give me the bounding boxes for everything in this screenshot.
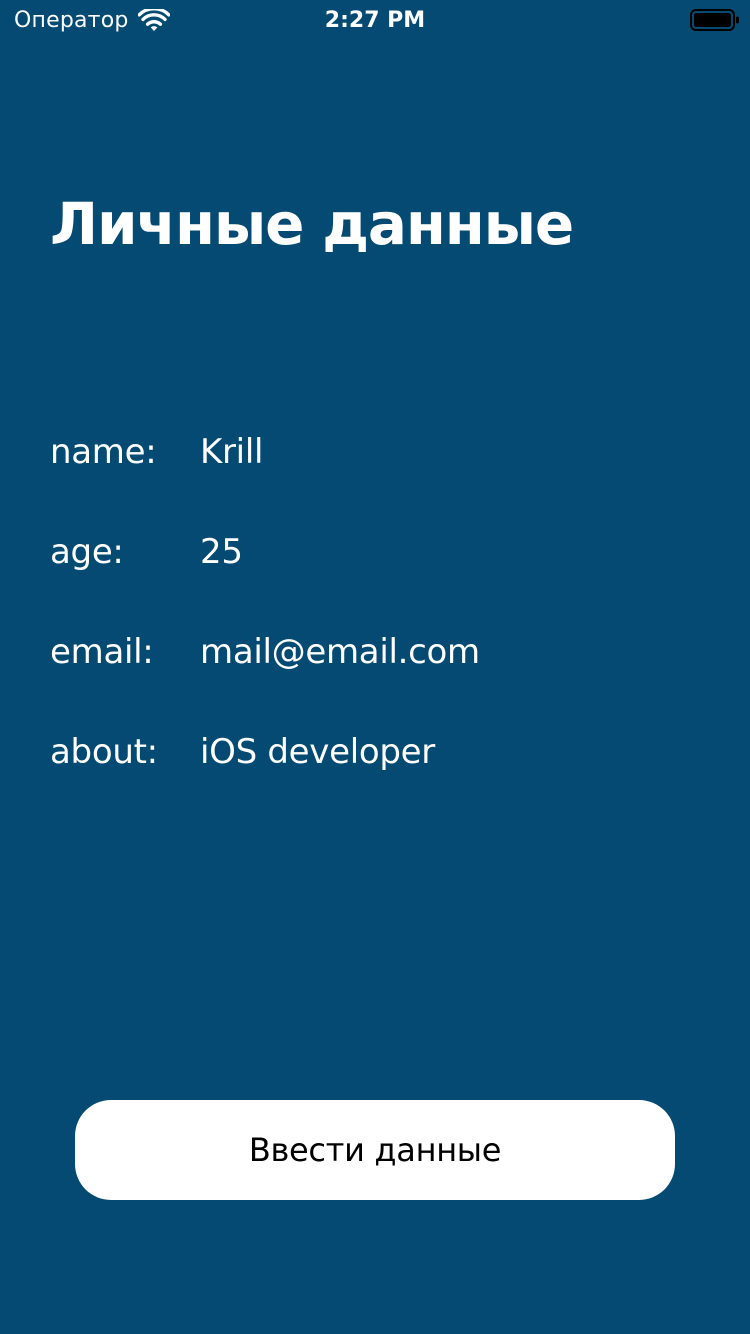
field-label-email: email: xyxy=(50,632,154,672)
page-title: Личные данные xyxy=(50,190,574,258)
field-value-about: iOS developer xyxy=(200,732,435,772)
status-time: 2:27 PM xyxy=(324,8,426,33)
field-row-about: about: iOS developer xyxy=(50,727,700,777)
field-row-name: name: Krill xyxy=(50,427,700,477)
field-row-age: age: 25 xyxy=(50,527,700,577)
field-label-name: name: xyxy=(50,432,157,472)
field-value-age: 25 xyxy=(200,532,243,572)
field-label-age: age: xyxy=(50,532,124,572)
field-label-about: about: xyxy=(50,732,158,772)
field-value-email: mail@email.com xyxy=(200,632,480,672)
field-value-name: Krill xyxy=(200,432,264,472)
field-row-email: email: mail@email.com xyxy=(50,627,700,677)
battery-icon xyxy=(690,8,740,32)
status-bar: Оператор 2:27 PM xyxy=(0,0,750,42)
enter-data-button[interactable]: Ввести данные xyxy=(75,1100,675,1200)
